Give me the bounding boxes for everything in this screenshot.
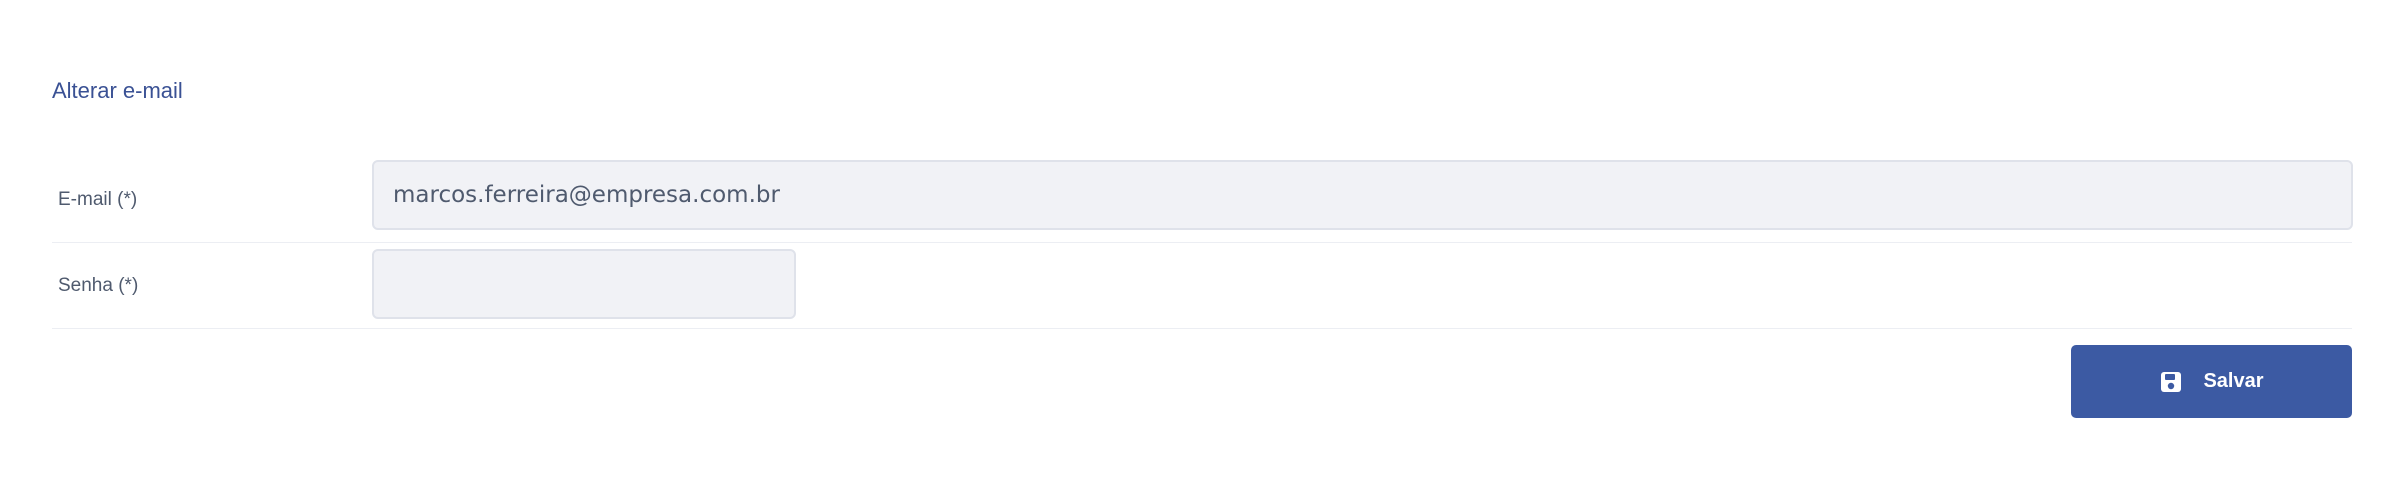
email-row: E-mail (*) marcos.ferreira@empresa.com.b…: [52, 158, 2353, 243]
password-row: Senha (*): [52, 243, 2352, 329]
section-title: Alterar e-mail: [52, 78, 183, 103]
change-email-page: Alterar e-mail E-mail (*) marcos.ferreir…: [0, 0, 2404, 501]
password-field[interactable]: [372, 249, 796, 319]
password-label: Senha (*): [58, 274, 139, 296]
save-button[interactable]: Salvar: [2071, 345, 2352, 418]
save-button-label: Salvar: [2203, 370, 2264, 392]
change-email-form: E-mail (*) marcos.ferreira@empresa.com.b…: [52, 158, 2353, 329]
floppy-disk-icon: [2159, 370, 2183, 394]
email-field[interactable]: marcos.ferreira@empresa.com.br: [372, 160, 2353, 230]
email-label: E-mail (*): [58, 189, 138, 210]
